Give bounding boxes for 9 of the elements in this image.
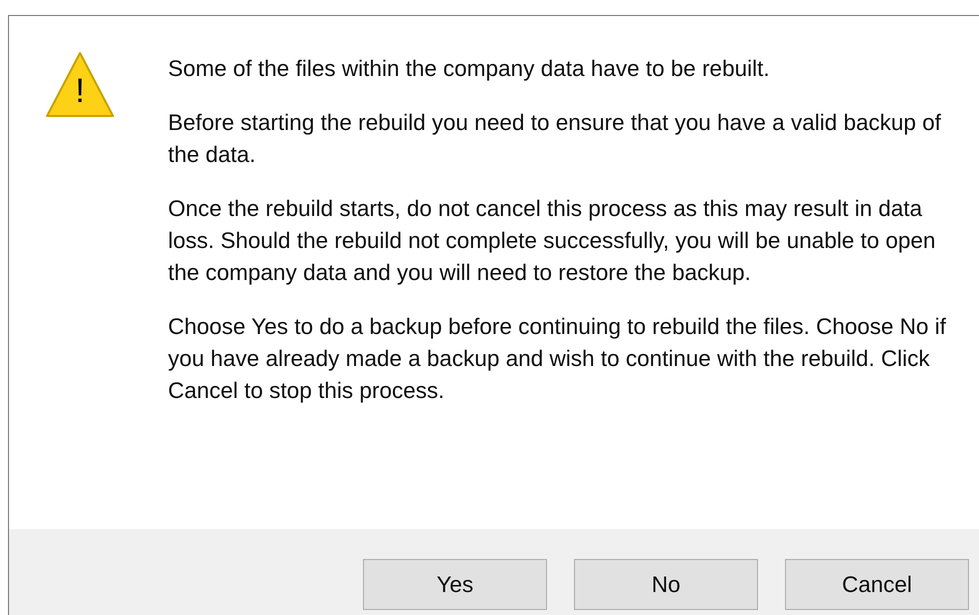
warning-icon [45,50,115,120]
dialog-button[interactable]: No [574,559,758,610]
dialog-button[interactable]: Cancel [785,559,969,610]
dialog-button[interactable]: Yes [363,559,547,610]
warning-icon-mark: ! [74,72,86,110]
message-paragraph: Choose Yes to do a backup before continuing to rebuild the files. Choose No if you have already made a backup and wish to continue with the rebuild. Click Cancel to stop this process. [168,313,948,405]
message-paragraph: Some of the files within the company data have to be rebuilt. [168,55,771,83]
message-paragraph: Before starting the rebuild you need to ensure that you have a valid backup of the data. [168,109,942,169]
message-paragraph: Once the rebuild starts, do not cancel this process as this may result in data loss. Should the rebuild not complete successfully, you will be unable to open the company data and you will need to restore the backup. [168,195,937,287]
